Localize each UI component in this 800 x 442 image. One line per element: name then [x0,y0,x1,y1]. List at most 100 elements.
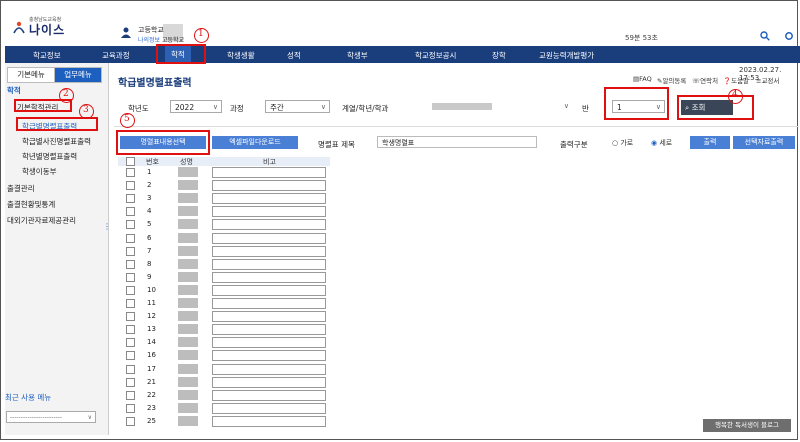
manual-link[interactable]: ≡교정서 [756,75,779,85]
row-checkbox[interactable] [126,272,135,282]
nav-item-school-info[interactable]: 학교정보 [33,50,61,61]
nav-item-student-record[interactable]: 학생부 [347,50,368,61]
user-info-link[interactable]: 나의정보 고등학교 [138,35,184,44]
nav-item-student-life[interactable]: 학생생활 [227,50,255,61]
row-note-input[interactable] [212,324,326,336]
row-checkbox[interactable] [126,403,135,413]
grade-year-select[interactable]: 2022 ∨ [170,100,222,113]
row-note-input[interactable] [212,298,326,309]
row-note-input[interactable] [212,193,326,205]
help-link[interactable]: ❓도움말 [723,75,749,85]
row-checkbox[interactable] [126,338,135,348]
row-note-input[interactable] [212,206,326,218]
annotation-marker-2: 2 [59,88,74,103]
course-select[interactable]: 주간 ∨ [265,100,330,113]
row-note-input[interactable] [212,402,326,414]
row-note-input[interactable] [212,219,326,231]
print-button[interactable]: 출력 [690,136,730,149]
row-note-input[interactable] [212,167,326,178]
dept-label: 계열/학년/학과 [342,104,389,113]
row-checkbox[interactable] [126,325,135,335]
radio-landscape[interactable]: ○ 가로 [612,138,633,148]
row-note-input[interactable] [212,311,326,323]
redacted-student-name [178,245,198,256]
row-checkbox[interactable] [126,194,135,204]
redacted-dept [432,103,492,110]
question-link[interactable]: ✎알의동록 [657,75,686,85]
roster-title-label: 명렬표 제목 [318,140,355,149]
row-note-input[interactable] [212,350,326,362]
redacted-student-name [178,180,198,191]
sidebar-section-title[interactable]: 학적 [7,85,21,96]
nav-item-grades[interactable]: 성적 [287,50,301,61]
tab-basic-menu[interactable]: 기본메뉴 [7,67,55,83]
table-row: 10 [118,284,330,297]
excel-download-button[interactable]: 엑셀파일다운로드 [212,136,298,149]
select-all-checkbox[interactable] [126,157,135,166]
radio-portrait[interactable]: ◉ 세로 [651,138,672,148]
row-note-input[interactable] [212,415,326,427]
contact-link[interactable]: ☏연락처 [692,75,718,85]
nav-item-curriculum[interactable]: 교육과정 [102,50,130,61]
logo-text[interactable]: 나이스 [29,21,65,38]
faq-link[interactable]: ▤FAQ [633,75,652,83]
redacted-student-name [178,363,198,374]
nav-item-scholarship[interactable]: 장학 [492,50,506,61]
row-checkbox[interactable] [126,390,135,400]
row-checkbox[interactable] [126,416,135,426]
annotation-marker-4: 4 [728,89,743,104]
row-note-input[interactable] [212,232,326,244]
redacted-student-name [178,389,198,400]
dept-select[interactable]: ∨ [420,100,572,113]
redacted-student-name [178,258,198,269]
row-checkbox[interactable] [126,207,135,217]
gear-icon[interactable] [784,31,794,44]
table-header: 번호 성명 비고 [118,157,330,166]
row-checkbox[interactable] [126,285,135,295]
sidebar-resize-handle[interactable]: ⋮ [103,222,111,231]
row-checkbox[interactable] [126,246,135,256]
row-note-input[interactable] [212,271,326,283]
sidebar-item-attendance[interactable]: 출결관리 [7,183,35,194]
redacted-student-name [178,271,198,282]
row-note-input[interactable] [212,245,326,257]
sidebar-item-grade-roster[interactable]: 학년별명렬표출력 [22,151,77,162]
row-checkbox[interactable] [126,181,135,191]
redacted-student-name [178,298,198,308]
row-note-input[interactable] [212,284,326,296]
sidebar-item-external-data[interactable]: 대외기관자료제공관리 [7,215,76,226]
nav-item-teacher-eval[interactable]: 교원능력개발평가 [539,50,594,61]
print-selected-button[interactable]: 선택자료출력 [733,136,795,149]
row-number: 6 [147,233,152,242]
row-checkbox[interactable] [126,168,135,177]
row-checkbox[interactable] [126,220,135,230]
row-checkbox[interactable] [126,351,135,361]
row-checkbox[interactable] [126,312,135,322]
redacted-student-name [178,350,198,361]
row-number: 10 [147,285,156,294]
row-checkbox[interactable] [126,364,135,374]
redacted-student-name [178,219,198,230]
row-checkbox[interactable] [126,259,135,269]
row-number: 17 [147,364,156,373]
row-note-input[interactable] [212,180,326,192]
sidebar-item-transfer-log[interactable]: 학생이동부 [22,166,57,177]
row-checkbox[interactable] [126,377,135,387]
row-note-input[interactable] [212,389,326,401]
row-note-input[interactable] [212,363,326,375]
nav-item-school-disclosure[interactable]: 학교정보공시 [415,50,456,61]
row-checkbox[interactable] [126,233,135,243]
sidebar-item-class-photo-roster[interactable]: 학급별사진명렬표출력 [22,136,91,147]
tab-work-menu[interactable]: 업무메뉴 [54,67,102,83]
search-icon[interactable] [760,31,770,44]
row-note-input[interactable] [212,376,326,388]
annotation-box-class-select [604,87,669,120]
roster-title-input[interactable]: 학생명렬표 [377,136,537,148]
row-checkbox[interactable] [126,299,135,308]
table-row: 8 [118,258,330,271]
recent-menu-select[interactable]: ------------------------ ∨ [6,411,96,423]
row-note-input[interactable] [212,258,326,270]
sidebar-item-attendance-stats[interactable]: 출결현황및통계 [7,199,55,210]
recent-menu-label: 최근 사용 메뉴 [5,393,52,402]
row-note-input[interactable] [212,337,326,349]
